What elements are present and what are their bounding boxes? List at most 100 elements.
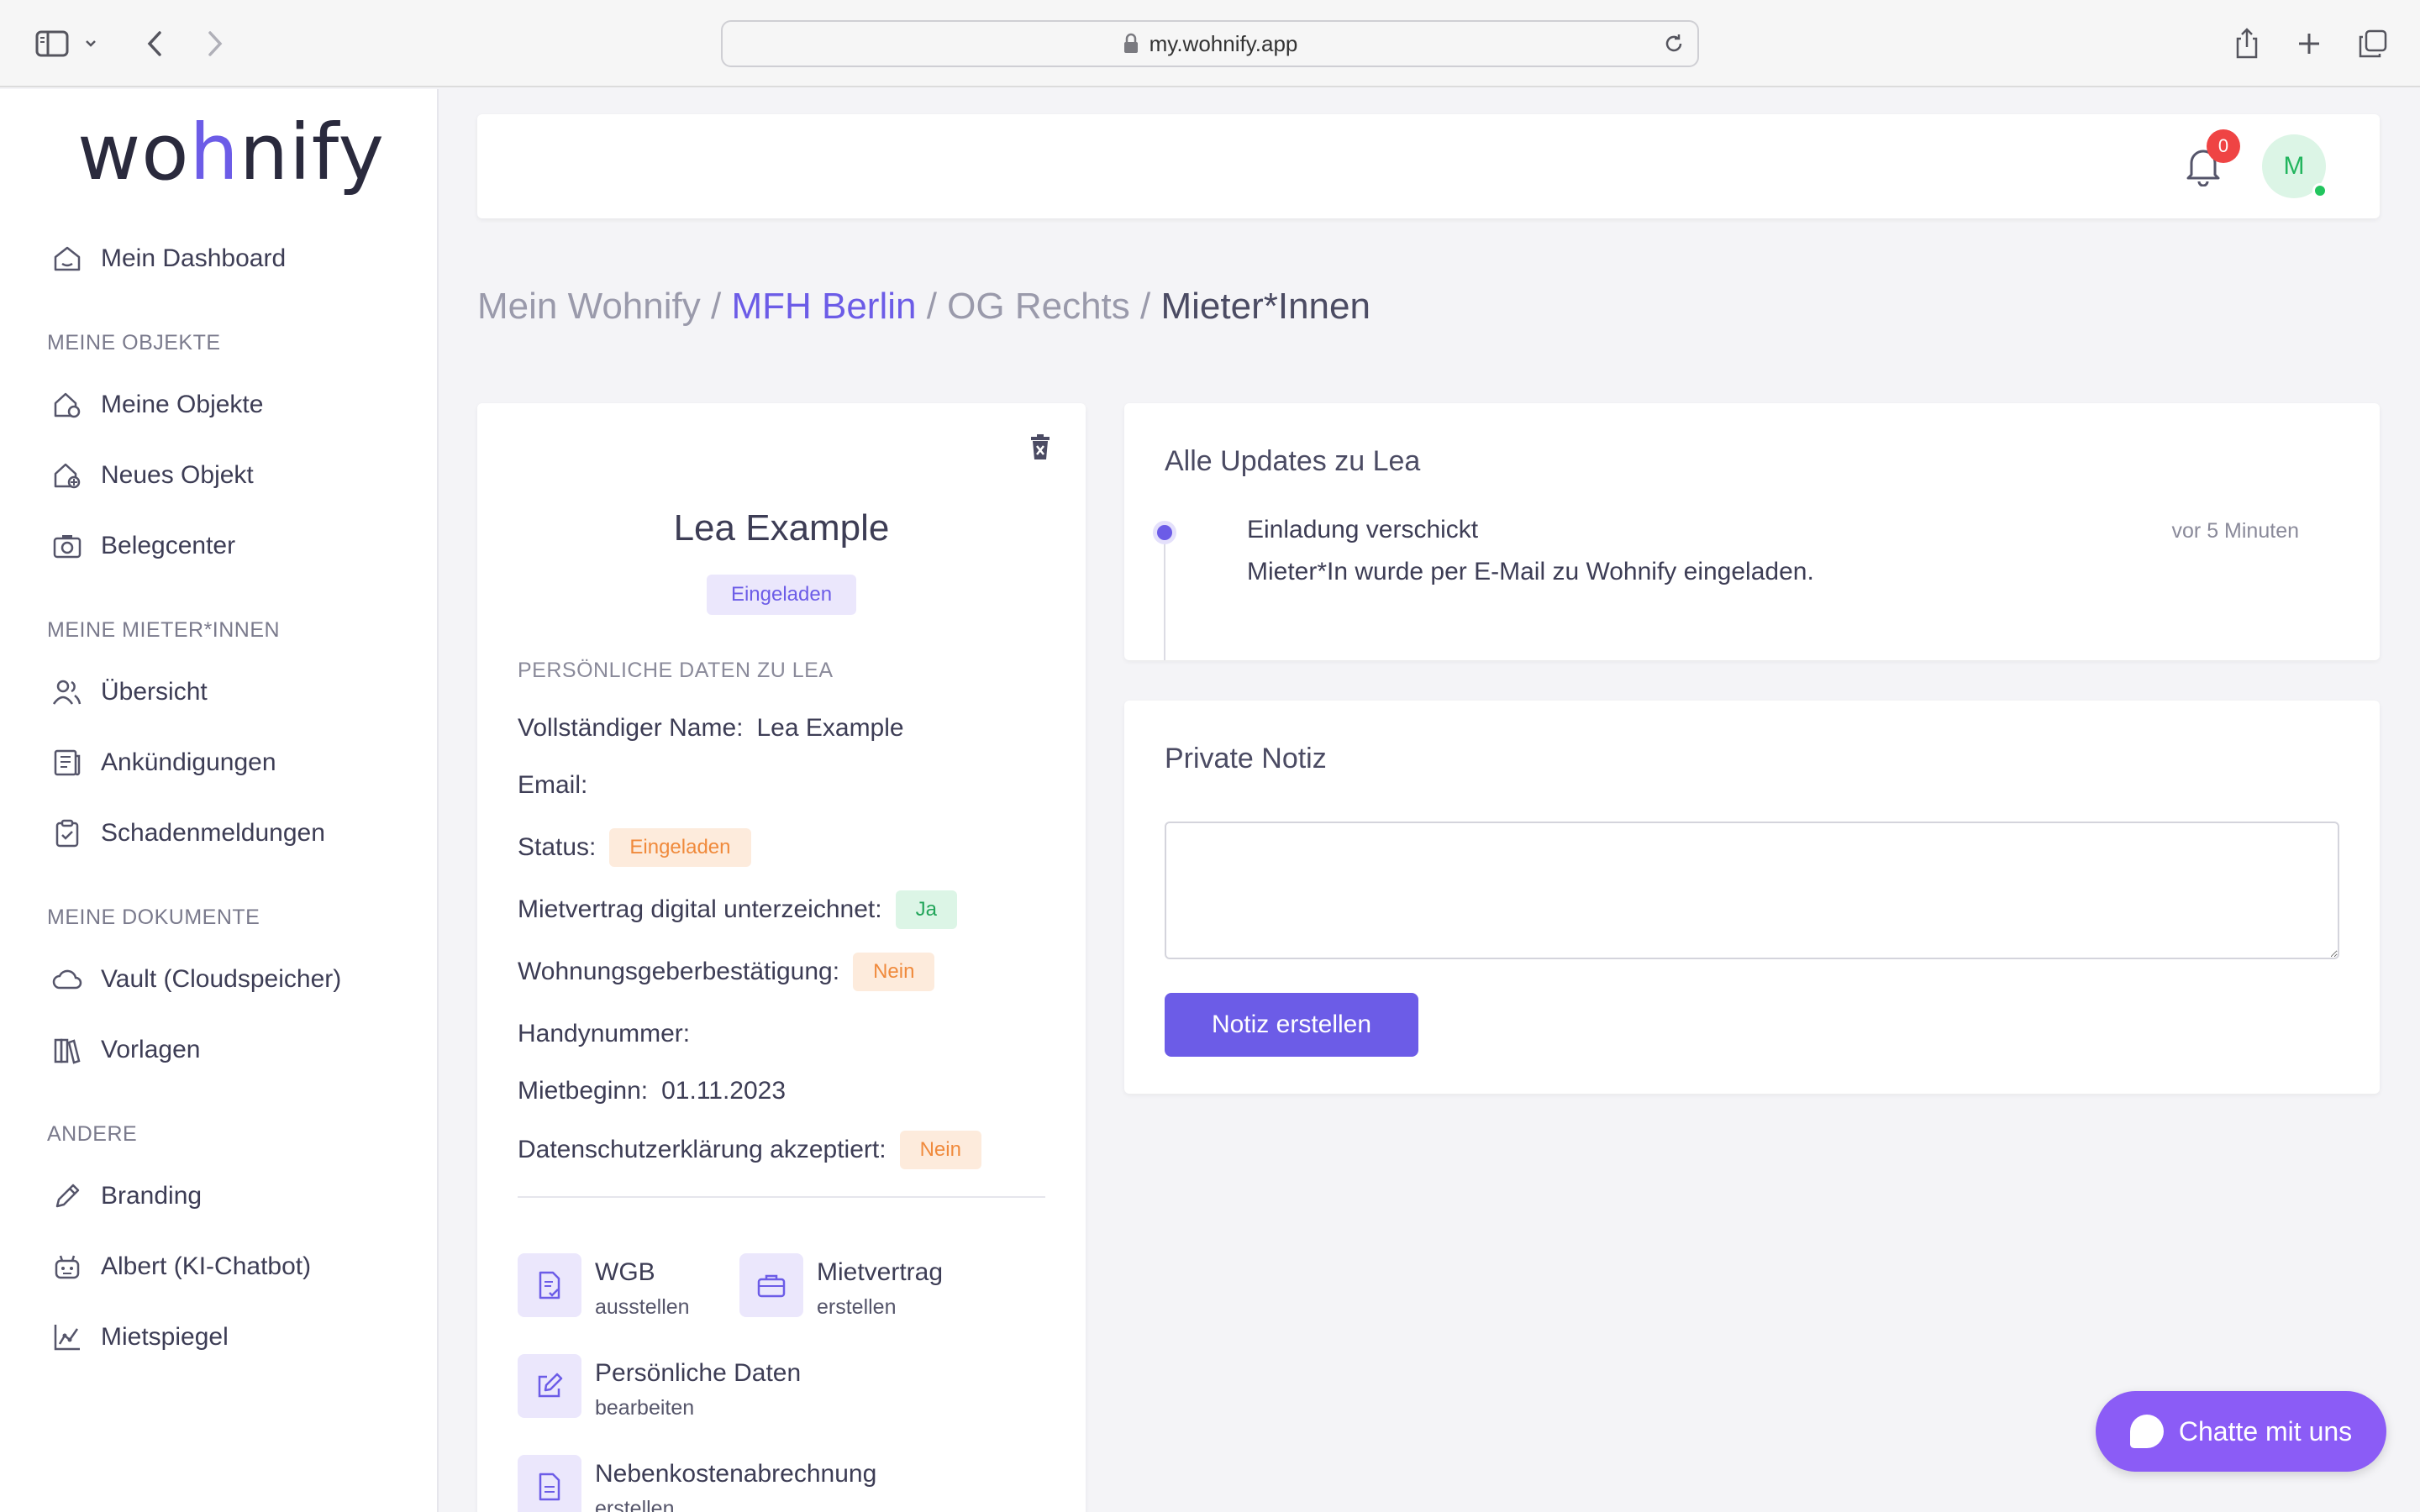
breadcrumb-unit[interactable]: OG Rechts — [947, 286, 1130, 327]
sidebar-item-belegcenter[interactable]: Belegcenter — [50, 526, 235, 566]
forward-icon[interactable] — [195, 24, 235, 64]
update-title: Einladung verschickt — [1247, 516, 1479, 543]
action-subtitle: ausstellen — [595, 1295, 690, 1319]
chat-button[interactable]: Chatte mit uns — [2096, 1391, 2386, 1472]
action-title: Nebenkostenabrechnung — [595, 1460, 877, 1488]
back-icon[interactable] — [134, 24, 175, 64]
url-text: my.wohnify.app — [1149, 30, 1298, 56]
contract-pill: Ja — [895, 890, 957, 929]
updates-card: Alle Updates zu Lea Einladung verschickt… — [1124, 403, 2380, 660]
action-title: Persönliche Daten — [595, 1359, 802, 1387]
field-contract-signed: Mietvertrag digital unterzeichnet: Ja — [518, 890, 957, 929]
sidebar-item-label: Neues Objekt — [101, 461, 254, 489]
field-label: Status: — [518, 833, 597, 861]
online-status-dot — [2312, 183, 2328, 198]
pencil-icon — [50, 1179, 84, 1213]
sidebar-item-albert[interactable]: Albert (KI-Chatbot) — [50, 1247, 311, 1287]
tabs-overview-icon[interactable] — [2353, 24, 2393, 64]
private-note-card: Private Notiz Notiz erstellen — [1124, 701, 2380, 1094]
sidebar-section-objects: MEINE OBJEKTE — [47, 331, 221, 354]
books-icon — [50, 1033, 84, 1067]
timeline-dot — [1153, 521, 1176, 544]
briefcase-icon — [739, 1253, 803, 1317]
wohnify-logo[interactable]: wohnify — [77, 108, 385, 197]
clipboard-icon — [50, 816, 84, 850]
action-contract[interactable]: Mietvertrag erstellen — [739, 1253, 943, 1320]
sidebar-item-label: Vorlagen — [101, 1036, 201, 1063]
tenant-name: Lea Example — [673, 507, 890, 549]
update-description: Mieter*In wurde per E-Mail zu Wohnify ei… — [1247, 558, 1814, 585]
timeline-line — [1164, 538, 1165, 660]
field-label: Mietbeginn: — [518, 1077, 649, 1105]
personal-data-label: PERSÖNLICHE DATEN ZU LEA — [518, 659, 834, 682]
sidebar-item-branding[interactable]: Branding — [50, 1176, 202, 1216]
trash-icon[interactable] — [1028, 433, 1055, 464]
sidebar-item-label: Belegcenter — [101, 532, 236, 559]
reload-icon[interactable] — [1662, 32, 1686, 61]
logo-part-2: h — [189, 108, 239, 197]
lock-icon — [1123, 33, 1139, 55]
chevron-down-icon[interactable] — [77, 24, 104, 64]
breadcrumb: Mein Wohnify / MFH Berlin / OG Rechts / … — [477, 286, 1370, 328]
action-utility-bill[interactable]: Nebenkostenabrechnung erstellen — [518, 1455, 876, 1512]
breadcrumb-property[interactable]: MFH Berlin — [731, 286, 916, 327]
sidebar-section-tenants: MEINE MIETER*INNEN — [47, 618, 281, 642]
sidebar-item-rent-index[interactable]: Mietspiegel — [50, 1317, 229, 1357]
house-plus-icon — [50, 459, 84, 492]
sidebar-toggle-icon[interactable] — [32, 24, 72, 64]
new-tab-icon[interactable] — [2289, 24, 2329, 64]
breadcrumb-separator: / — [916, 286, 948, 327]
share-icon[interactable] — [2227, 24, 2267, 64]
sidebar-section-other: ANDERE — [47, 1122, 138, 1146]
action-subtitle: erstellen — [817, 1295, 897, 1319]
house-gear-icon — [50, 388, 84, 422]
browser-toolbar: my.wohnify.app — [0, 0, 2420, 87]
address-bar[interactable]: my.wohnify.app — [721, 20, 1699, 67]
breadcrumb-separator: / — [700, 286, 732, 327]
newspaper-icon — [50, 746, 84, 780]
notification-badge: 0 — [2207, 129, 2240, 163]
logo-part-1: wo — [77, 108, 190, 197]
field-rent-start: Mietbeginn: 01.11.2023 — [518, 1077, 786, 1105]
sidebar-item-label: Schadenmeldungen — [101, 819, 325, 847]
chart-icon — [50, 1320, 84, 1354]
camera-icon — [50, 529, 84, 563]
field-status: Status: Eingeladen — [518, 828, 751, 867]
field-value: Lea Example — [756, 714, 904, 742]
sidebar-item-damage-reports[interactable]: Schadenmeldungen — [50, 813, 325, 853]
sidebar-item-label: Branding — [101, 1182, 203, 1210]
sidebar-item-label: Vault (Cloudspeicher) — [101, 965, 342, 993]
tenant-card: Lea Example Eingeladen PERSÖNLICHE DATEN… — [477, 403, 1086, 1512]
logo-part-3: nify — [239, 108, 385, 197]
sidebar-item-templates[interactable]: Vorlagen — [50, 1030, 200, 1070]
document-check-icon — [518, 1253, 581, 1317]
sidebar-item-new-object[interactable]: Neues Objekt — [50, 455, 254, 496]
sidebar-item-my-objects[interactable]: Meine Objekte — [50, 385, 263, 425]
field-label: Handynummer: — [518, 1020, 691, 1047]
sidebar-item-vault[interactable]: Vault (Cloudspeicher) — [50, 959, 341, 1000]
sidebar-item-announcements[interactable]: Ankündigungen — [50, 743, 276, 783]
sidebar-item-dashboard[interactable]: Mein Dashboard — [50, 239, 286, 279]
action-personal-data[interactable]: Persönliche Daten bearbeiten — [518, 1354, 801, 1420]
field-phone: Handynummer: — [518, 1020, 703, 1048]
breadcrumb-separator: / — [1129, 286, 1161, 327]
updates-title: Alle Updates zu Lea — [1165, 445, 1421, 477]
create-note-button[interactable]: Notiz erstellen — [1165, 993, 1418, 1057]
sidebar-section-docs: MEINE DOKUMENTE — [47, 906, 260, 929]
breadcrumb-root[interactable]: Mein Wohnify — [477, 286, 701, 327]
chat-label: Chatte mit uns — [2178, 1415, 2353, 1446]
field-email: Email: — [518, 771, 601, 800]
sidebar-item-label: Mietspiegel — [101, 1323, 229, 1351]
sidebar-item-overview[interactable]: Übersicht — [50, 672, 208, 712]
sidebar-item-label: Mein Dashboard — [101, 244, 287, 272]
field-label: Wohnungsgeberbestätigung: — [518, 958, 840, 985]
note-textarea[interactable] — [1165, 822, 2339, 959]
breadcrumb-current: Mieter*Innen — [1160, 286, 1370, 327]
field-label: Datenschutzerklärung akzeptiert: — [518, 1136, 886, 1163]
field-privacy: Datenschutzerklärung akzeptiert: Nein — [518, 1131, 981, 1169]
users-icon — [50, 675, 84, 709]
field-label: Email: — [518, 771, 588, 799]
field-label: Mietvertrag digital unterzeichnet: — [518, 895, 882, 923]
note-title: Private Notiz — [1165, 743, 1327, 774]
action-wgb[interactable]: WGB ausstellen — [518, 1253, 690, 1320]
